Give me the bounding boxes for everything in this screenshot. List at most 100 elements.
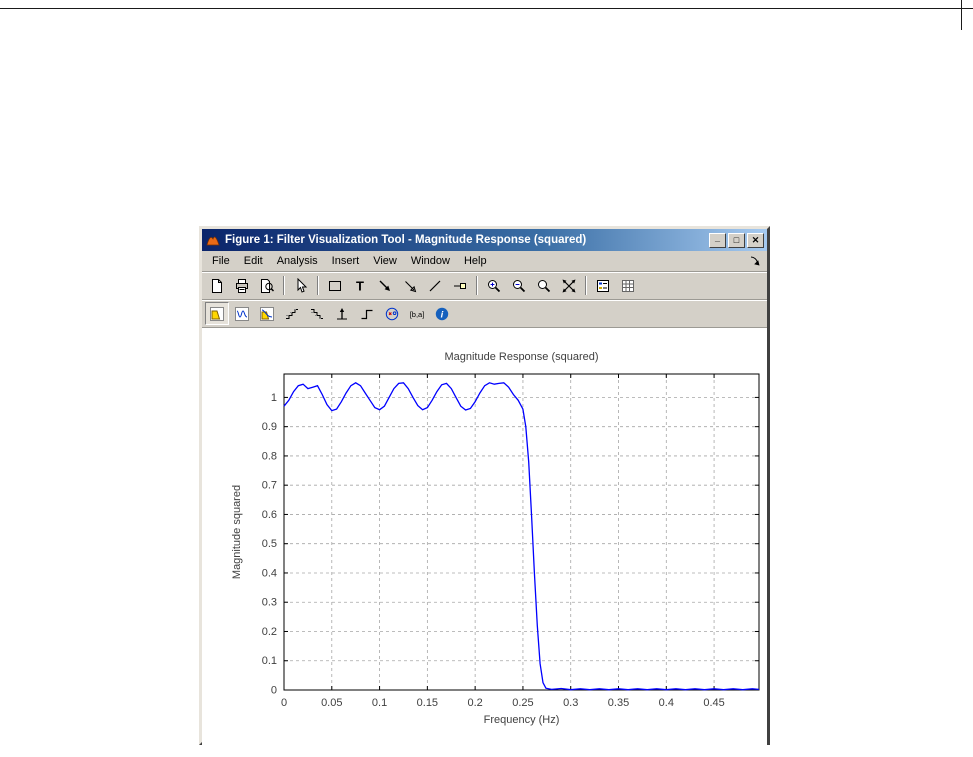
- filter-coefficients-button[interactable]: [b,a]: [405, 302, 429, 325]
- minimize-button[interactable]: _: [709, 233, 726, 248]
- pole-zero-icon: [384, 306, 400, 322]
- chart-title: Magnitude Response (squared): [444, 351, 598, 363]
- magnifier-icon: [536, 278, 552, 294]
- y-tick-label: 0: [271, 685, 277, 697]
- step-response-button[interactable]: [355, 302, 379, 325]
- print-preview-button[interactable]: [255, 274, 279, 297]
- impulse-response-icon: [334, 306, 350, 322]
- pin-to-axes-button[interactable]: [448, 274, 472, 297]
- pole-zero-button[interactable]: [380, 302, 404, 325]
- magnitude-and-phase-icon: [259, 306, 275, 322]
- x-tick-label: 0.4: [659, 697, 674, 709]
- magnitude-response-chart[interactable]: 00.050.10.150.20.250.30.350.40.4500.10.2…: [202, 328, 767, 745]
- zoom-out-button[interactable]: [507, 274, 531, 297]
- x-tick-label: 0: [281, 697, 287, 709]
- zoom-button[interactable]: [532, 274, 556, 297]
- new-figure-button[interactable]: [205, 274, 229, 297]
- magnitude-and-phase-button[interactable]: [255, 302, 279, 325]
- menu-help[interactable]: Help: [458, 253, 493, 269]
- close-icon: ✕: [752, 235, 760, 246]
- x-tick-label: 0.35: [608, 697, 629, 709]
- grid-button[interactable]: [616, 274, 640, 297]
- filter-coefficients-icon: [b,a]: [409, 306, 425, 322]
- filter-info-icon: i: [434, 306, 450, 322]
- insert-legend-button[interactable]: [591, 274, 615, 297]
- toolbar-separator: [476, 276, 478, 295]
- edit-plot-button[interactable]: [289, 274, 313, 297]
- x-tick-label: 0.2: [467, 697, 482, 709]
- window-title: Figure 1: Filter Visualization Tool - Ma…: [225, 234, 705, 246]
- svg-text:T: T: [356, 278, 364, 293]
- arrow-annotation-icon: [377, 278, 393, 294]
- y-tick-label: 0.7: [262, 480, 277, 492]
- fvtool-window: Figure 1: Filter Visualization Tool - Ma…: [199, 226, 770, 745]
- x-tick-label: 0.3: [563, 697, 578, 709]
- toolbar-separator: [317, 276, 319, 295]
- x-tick-label: 0.1: [372, 697, 387, 709]
- reset-view-icon: [561, 278, 577, 294]
- menu-insert[interactable]: Insert: [326, 253, 366, 269]
- text-tool-icon: T: [352, 278, 368, 294]
- phase-delay-icon: [309, 306, 325, 322]
- maximize-icon: □: [734, 235, 739, 246]
- filter-info-button[interactable]: i: [430, 302, 454, 325]
- toolbar-separator: [283, 276, 285, 295]
- phase-delay-button[interactable]: [305, 302, 329, 325]
- window-controls: _ □ ✕: [709, 233, 764, 248]
- insert-text-button[interactable]: T: [348, 274, 372, 297]
- impulse-response-button[interactable]: [330, 302, 354, 325]
- menu-analysis[interactable]: Analysis: [271, 253, 324, 269]
- y-tick-label: 0.9: [262, 421, 277, 433]
- x-axis-label: Frequency (Hz): [484, 714, 560, 726]
- y-tick-label: 0.3: [262, 597, 277, 609]
- close-button[interactable]: ✕: [747, 233, 764, 248]
- y-tick-label: 0.6: [262, 509, 277, 521]
- menu-edit[interactable]: Edit: [238, 253, 269, 269]
- menu-file[interactable]: File: [206, 253, 236, 269]
- new-document-icon: [209, 278, 225, 294]
- window-titlebar[interactable]: Figure 1: Filter Visualization Tool - Ma…: [202, 229, 767, 251]
- insert-rectangle-button[interactable]: [323, 274, 347, 297]
- group-delay-icon: [284, 306, 300, 322]
- pin-icon: [452, 278, 468, 294]
- figure-area: 00.050.10.150.20.250.30.350.40.4500.10.2…: [202, 328, 767, 745]
- insert-double-arrow-button[interactable]: [398, 274, 422, 297]
- page-border-top: [0, 8, 973, 9]
- dock-figure-icon[interactable]: [749, 255, 763, 267]
- matlab-logo-icon: [205, 232, 221, 248]
- legend-icon: [595, 278, 611, 294]
- zoom-in-button[interactable]: [482, 274, 506, 297]
- axes-box: [284, 374, 759, 690]
- magnitude-response-button[interactable]: [205, 302, 229, 325]
- insert-arrow-button[interactable]: [373, 274, 397, 297]
- phase-response-icon: [234, 306, 250, 322]
- y-tick-label: 0.8: [262, 450, 277, 462]
- insert-line-button[interactable]: [423, 274, 447, 297]
- y-tick-label: 0.5: [262, 538, 277, 550]
- step-response-icon: [359, 306, 375, 322]
- y-tick-label: 1: [271, 392, 277, 404]
- menu-window[interactable]: Window: [405, 253, 456, 269]
- x-tick-label: 0.25: [512, 697, 533, 709]
- printer-icon: [234, 278, 250, 294]
- print-preview-icon: [259, 278, 275, 294]
- phase-response-button[interactable]: [230, 302, 254, 325]
- menu-bar: File Edit Analysis Insert View Window He…: [202, 251, 767, 272]
- maximize-button[interactable]: □: [728, 233, 745, 248]
- y-tick-label: 0.1: [262, 655, 277, 667]
- main-toolbar: T: [202, 272, 767, 300]
- svg-text:[b,a]: [b,a]: [410, 310, 425, 319]
- grid-icon: [620, 278, 636, 294]
- page-border-right: [961, 0, 962, 30]
- analysis-toolbar: [b,a] i: [202, 300, 767, 328]
- response-curve: [284, 383, 759, 690]
- line-tool-icon: [427, 278, 443, 294]
- print-button[interactable]: [230, 274, 254, 297]
- zoom-out-icon: [511, 278, 527, 294]
- y-axis-label: Magnitude squared: [231, 485, 243, 579]
- minimize-icon: _: [715, 233, 720, 244]
- menu-view[interactable]: View: [367, 253, 403, 269]
- group-delay-button[interactable]: [280, 302, 304, 325]
- reset-view-button[interactable]: [557, 274, 581, 297]
- magnitude-response-icon: [209, 306, 225, 322]
